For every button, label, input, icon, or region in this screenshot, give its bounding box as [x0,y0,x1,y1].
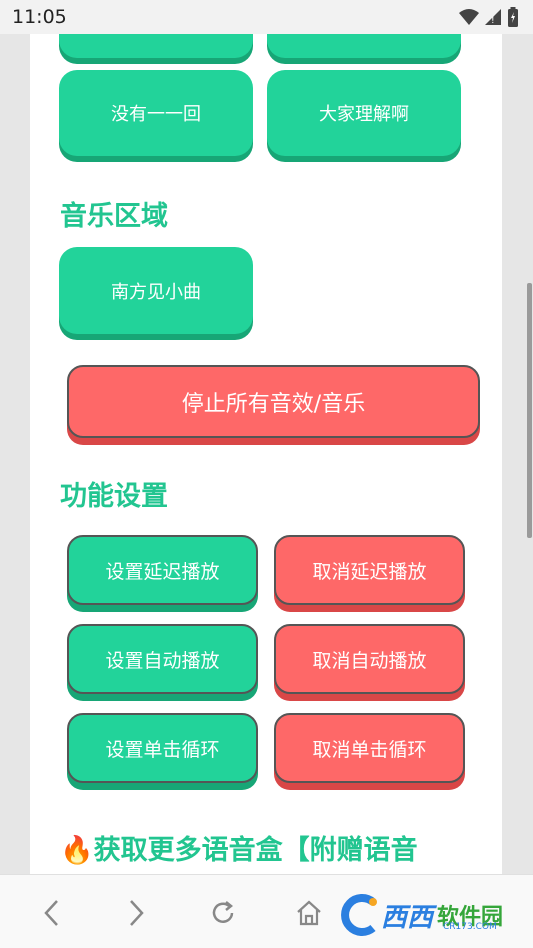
music-button[interactable]: 南方见小曲 [59,247,253,334]
watermark-domain: CR173.COM [443,922,497,932]
cancel-single-loop-label: 取消单击循环 [312,738,427,761]
home-icon [297,900,321,926]
sound-button-2-label: 大家理解啊 [319,104,409,125]
wifi-icon [459,9,479,25]
back-button[interactable] [32,893,72,933]
forward-button[interactable] [116,893,156,933]
cancel-delay-label: 取消延迟播放 [312,560,427,583]
watermark-logo-text: 西西 [381,902,434,933]
cancel-auto-label: 取消自动播放 [312,649,427,672]
reload-icon [212,901,234,923]
status-icons: ! [459,7,519,27]
stop-all-label: 停止所有音效/音乐 [181,391,366,417]
sound-button-1[interactable]: 没有一一回 [59,70,253,156]
set-single-loop-label: 设置单击循环 [105,738,220,761]
site-watermark: 西西 软件园 CR173.COM [335,888,530,942]
cancel-delay-button[interactable]: 取消延迟播放 [274,535,465,605]
scrollbar[interactable] [527,283,532,538]
function-section-title: 功能设置 [60,481,168,512]
promo-text: 获取更多语音盒【附赠语音 [93,835,418,866]
set-auto-label: 设置自动播放 [105,649,220,672]
promo-link[interactable]: 🔥获取更多语音盒【附赠语音 [60,828,418,867]
page-content: 没有一一回 大家理解啊 音乐区域 南方见小曲 停止所有音效/音乐 功能设置 设置… [30,34,502,874]
cancel-single-loop-button[interactable]: 取消单击循环 [274,713,465,783]
cancel-auto-button[interactable]: 取消自动播放 [274,624,465,694]
watermark-logo-icon [341,894,377,936]
clock: 11:05 [12,6,67,28]
music-section-title: 音乐区域 [60,201,168,232]
set-delay-button[interactable]: 设置延迟播放 [67,535,258,605]
fire-icon: 🔥 [60,835,94,866]
set-single-loop-button[interactable]: 设置单击循环 [67,713,258,783]
reload-button[interactable] [203,893,243,933]
set-auto-button[interactable]: 设置自动播放 [67,624,258,694]
svg-text:!: ! [491,16,495,26]
music-button-label: 南方见小曲 [111,281,201,303]
status-bar: 11:05 ! [0,0,533,34]
signal-icon: ! [485,9,501,26]
sound-button-2[interactable]: 大家理解啊 [267,70,461,156]
stop-all-button[interactable]: 停止所有音效/音乐 [67,365,480,438]
set-delay-label: 设置延迟播放 [105,560,220,583]
cutoff-button-right[interactable] [267,34,461,58]
chevron-left-icon [44,900,58,926]
home-button[interactable] [289,893,329,933]
cutoff-button-left[interactable] [59,34,253,58]
chevron-right-icon [130,900,144,926]
sound-button-1-label: 没有一一回 [111,104,201,125]
battery-icon [508,7,518,27]
